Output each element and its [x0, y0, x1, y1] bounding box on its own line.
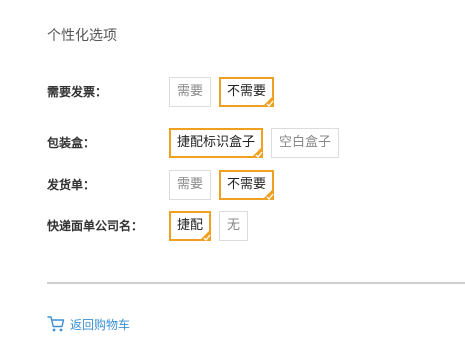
selected-check-icon [262, 188, 275, 200]
section-title: 个性化选项 [47, 28, 117, 44]
selected-check-icon [251, 146, 264, 158]
option-label-courier-company: 快递面单公司名： [47, 219, 144, 233]
option-choices-packaging: 捷配标识盒子 空白盒子 [169, 128, 340, 158]
option-choices-invoice: 需要 不需要 [169, 77, 275, 107]
option-label-delivery-note: 发货单： [47, 178, 96, 192]
back-to-cart-link[interactable]: 返回购物车 [47, 314, 130, 334]
back-to-cart-label: 返回购物车 [70, 317, 131, 332]
choice-delivery-note-no-need[interactable]: 不需要 [219, 170, 275, 200]
choice-invoice-no-need[interactable]: 不需要 [219, 77, 275, 107]
option-choices-courier-company: 捷配 无 [169, 211, 249, 241]
choice-packaging-branded-box[interactable]: 捷配标识盒子 [169, 128, 264, 158]
choice-label: 无 [227, 218, 241, 233]
selected-check-icon [262, 95, 275, 107]
selected-check-icon [199, 229, 212, 241]
choice-label: 空白盒子 [279, 135, 332, 150]
option-label-invoice: 需要发票： [47, 85, 108, 99]
choice-label: 需要 [177, 84, 204, 99]
divider [47, 282, 465, 284]
choice-label: 不需要 [227, 177, 267, 192]
option-choices-delivery-note: 需要 不需要 [169, 170, 275, 200]
choice-invoice-need[interactable]: 需要 [169, 77, 212, 107]
option-label-packaging: 包装盒： [47, 136, 96, 150]
choice-label: 不需要 [227, 84, 267, 99]
choice-courier-jiepei[interactable]: 捷配 [169, 211, 212, 241]
choice-delivery-note-need[interactable]: 需要 [169, 170, 212, 200]
choice-label: 需要 [177, 177, 204, 192]
cart-icon [47, 316, 65, 332]
choice-packaging-blank-box[interactable]: 空白盒子 [271, 128, 340, 158]
choice-courier-none[interactable]: 无 [219, 211, 249, 241]
choice-label: 捷配标识盒子 [177, 135, 256, 150]
